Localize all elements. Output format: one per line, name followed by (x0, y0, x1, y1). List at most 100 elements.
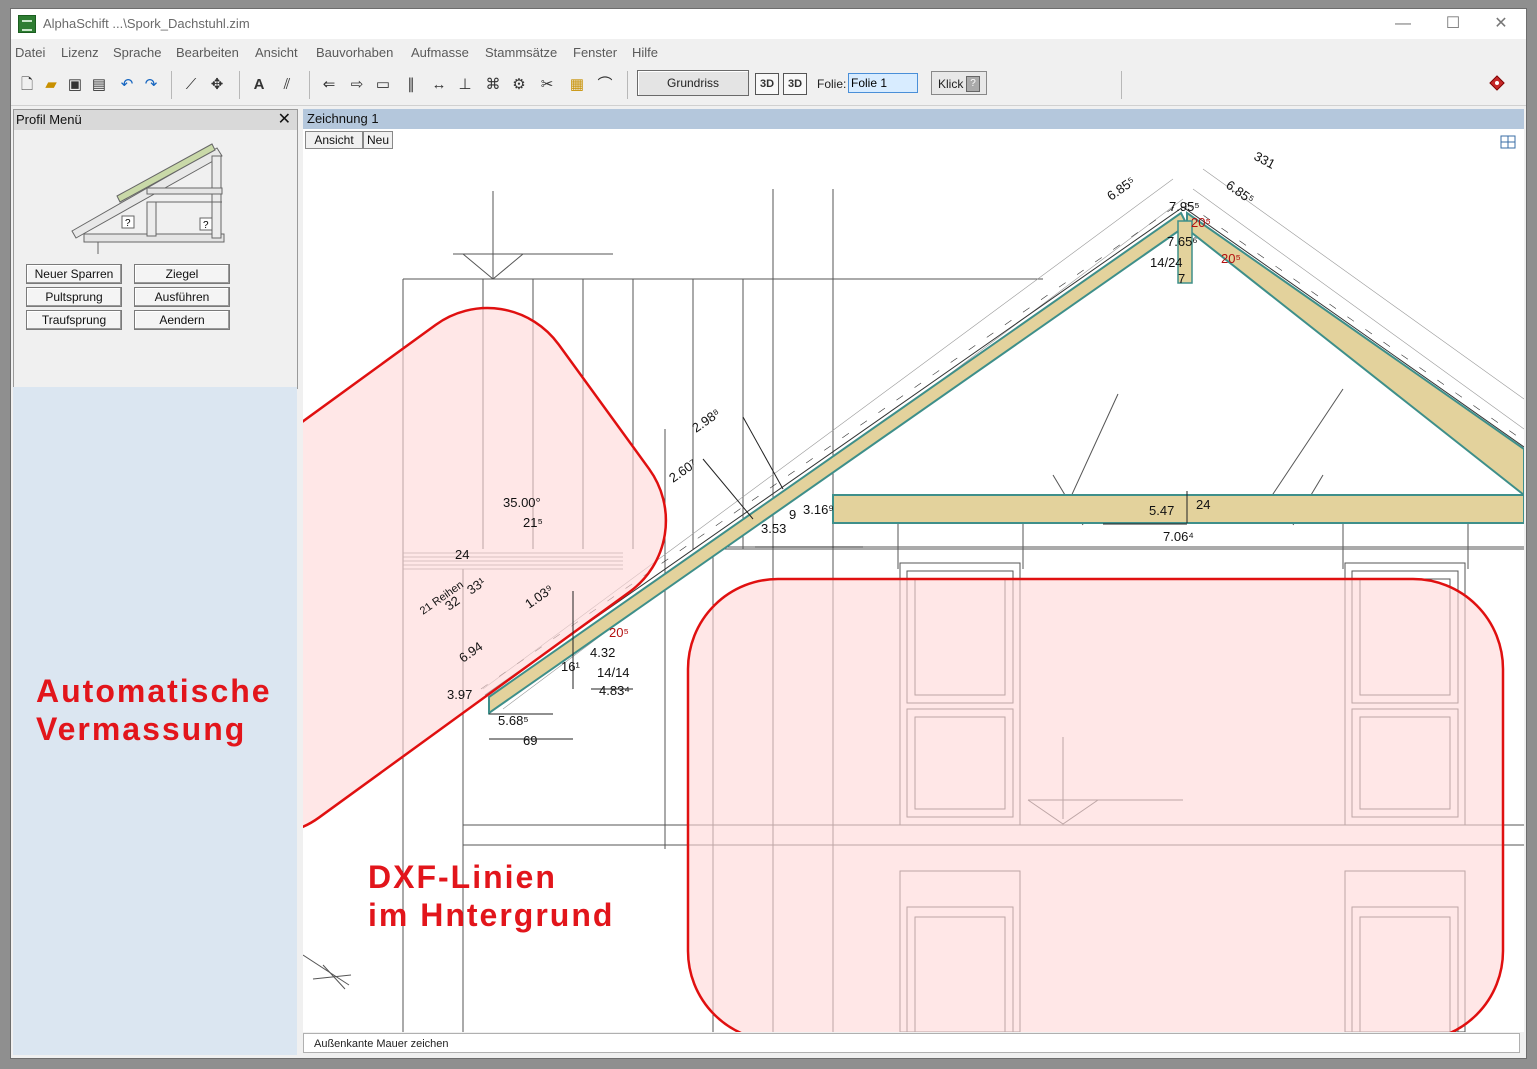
dim-label: 69 (523, 733, 537, 748)
dim-label: 3.53 (761, 521, 786, 536)
view-3d-button-b[interactable]: 3D (783, 73, 807, 95)
print-icon[interactable]: ▤ (89, 75, 109, 95)
hatch-tool-icon[interactable]: ⫽ (277, 75, 297, 95)
dim-label: 4.32 (590, 645, 615, 660)
dim-label: 3.97 (447, 687, 472, 702)
traufsprung-button[interactable]: Traufsprung (26, 310, 122, 330)
toolbar: 🗋 ▰ ▣ ▤ ↶ ↷ ⟋ ✥ A ⫽ ⇐ ⇨ ▭ ∥ ↔ ⊥ ⌘ ⚙ ✂ ▦ … (11, 65, 1526, 106)
menu-sprache[interactable]: Sprache (113, 45, 161, 60)
ziegel-button[interactable]: Ziegel (134, 264, 230, 284)
tab-ansicht[interactable]: Ansicht (305, 131, 363, 149)
redo-icon[interactable]: ↷ (141, 75, 161, 95)
rectangle-icon[interactable]: ▭ (373, 75, 393, 95)
new-file-icon[interactable]: 🗋 (17, 75, 37, 95)
dim-label: 21⁵ (523, 515, 543, 530)
dxf-lines-highlight (686, 577, 1505, 1032)
close-icon[interactable]: ✕ (278, 110, 291, 130)
dim-label: 24 (1196, 497, 1210, 512)
gear-icon[interactable]: ⚙ (509, 75, 529, 95)
open-folder-icon[interactable]: ▰ (41, 75, 61, 95)
menu-aufmasse[interactable]: Aufmasse (411, 45, 469, 60)
dim-label: 20⁵ (1191, 215, 1211, 230)
menu-ansicht[interactable]: Ansicht (255, 45, 298, 60)
profil-menu-header: Profil Menü ✕ (14, 110, 297, 130)
move-tool-icon[interactable]: ✥ (207, 75, 227, 95)
tab-neu[interactable]: Neu (363, 131, 393, 149)
minimize-button[interactable]: — (1380, 11, 1426, 37)
dim-label: 16¹ (561, 659, 580, 674)
dim-label: 7.06⁴ (1163, 529, 1194, 544)
menu-bauvorhaben[interactable]: Bauvorhaben (316, 45, 393, 60)
dim-label: 331 (1252, 148, 1278, 171)
klick-help-icon: ? (966, 76, 980, 92)
folie-input[interactable]: Folie 1 (848, 73, 918, 93)
toolbar-separator (309, 71, 310, 99)
toolbar-separator (239, 71, 240, 99)
app-logo-icon (18, 15, 36, 33)
dim-label: 24 (455, 547, 469, 562)
parallel-icon[interactable]: ∥ (401, 75, 421, 95)
aendern-button[interactable]: Aendern (134, 310, 230, 330)
dim-label: 5.68⁵ (498, 713, 529, 728)
toolbar-separator (171, 71, 172, 99)
menu-stammsaetze[interactable]: Stammsätze (485, 45, 557, 60)
level-icon[interactable]: ⊥ (455, 75, 475, 95)
ausfuehren-button[interactable]: Ausführen (134, 287, 230, 307)
dim-label: 3.16⁹ (803, 502, 834, 517)
dimension-icon[interactable]: ↔ (429, 75, 449, 95)
title-bar: AlphaSchift ...\Spork_Dachstuhl.zim — ☐ … (11, 9, 1526, 39)
menu-hilfe[interactable]: Hilfe (632, 45, 658, 60)
dim-label: 14/24 (1150, 255, 1183, 270)
klick-button[interactable]: Klick ? (931, 71, 987, 95)
diamond-icon[interactable] (1489, 75, 1505, 91)
neuer-sparren-button[interactable]: Neuer Sparren (26, 264, 122, 284)
annotation-dxf-linien: DXF-Linien (368, 859, 557, 895)
polyline-icon[interactable]: ⌒ (595, 75, 615, 95)
grundriss-button[interactable]: Grundriss (637, 70, 749, 96)
dim-label: 7.95⁵ (1169, 199, 1200, 214)
line-tool-icon[interactable]: ⟋ (181, 75, 201, 95)
app-window: AlphaSchift ...\Spork_Dachstuhl.zim — ☐ … (10, 8, 1527, 1059)
menu-lizenz[interactable]: Lizenz (61, 45, 99, 60)
dim-label: 14/14 (597, 665, 630, 680)
dim-label: 20⁵ (1221, 251, 1241, 266)
double-arrow-icon[interactable]: ⇨ (347, 75, 367, 95)
dim-label: 5.47 (1149, 503, 1174, 518)
annotation-im-hintergrund: im Hntergrund (368, 897, 615, 933)
close-window-button[interactable]: ✕ (1478, 11, 1524, 37)
klick-label: Klick (938, 77, 964, 91)
layers-icon[interactable]: ▦ (567, 75, 587, 95)
dim-label: 7 (1178, 271, 1185, 286)
scissors-icon[interactable]: ✂ (537, 75, 557, 95)
save-icon[interactable]: ▣ (65, 75, 85, 95)
annotation-automatische: Automatische (36, 673, 272, 709)
dim-label: 35.00° (503, 495, 541, 510)
status-bar: Außenkante Mauer zeichen (303, 1033, 1520, 1053)
auto-dimension-highlight (303, 306, 668, 836)
dim-label: 2.60⁷ (666, 456, 699, 486)
annotation-vermassung: Vermassung (36, 711, 247, 747)
toolbar-separator (1121, 71, 1122, 99)
menu-datei[interactable]: Datei (15, 45, 45, 60)
dim-label: 6.85⁵ (1223, 177, 1257, 207)
menu-fenster[interactable]: Fenster (573, 45, 617, 60)
beam-icon[interactable]: ⌘ (483, 75, 503, 95)
pultsprung-button[interactable]: Pultsprung (26, 287, 122, 307)
dim-label: 20⁵ (609, 625, 629, 640)
profil-menu-panel: Profil Menü ✕ ? ? Neuer Sparren Ziegel P… (13, 109, 298, 389)
dim-label: 6.85⁵ (1104, 174, 1138, 204)
menu-bearbeiten[interactable]: Bearbeiten (176, 45, 239, 60)
toolbar-separator (627, 71, 628, 99)
help-mark-2: ? (203, 220, 209, 231)
undo-icon[interactable]: ↶ (117, 75, 137, 95)
folie-label: Folie: (817, 77, 847, 91)
maximize-button[interactable]: ☐ (1430, 11, 1476, 37)
grid-icon[interactable] (1500, 135, 1516, 149)
text-tool-icon[interactable]: A (249, 75, 269, 95)
rafter-profile-preview: ? ? (71, 143, 225, 254)
bottom-left-symbol (303, 954, 352, 990)
view-3d-button-a[interactable]: 3D (755, 73, 779, 95)
dim-label: 4.83⁴ (599, 683, 630, 698)
menu-bar: Datei Lizenz Sprache Bearbeiten Ansicht … (11, 41, 1526, 63)
arrow-tool-icon[interactable]: ⇐ (319, 75, 339, 95)
